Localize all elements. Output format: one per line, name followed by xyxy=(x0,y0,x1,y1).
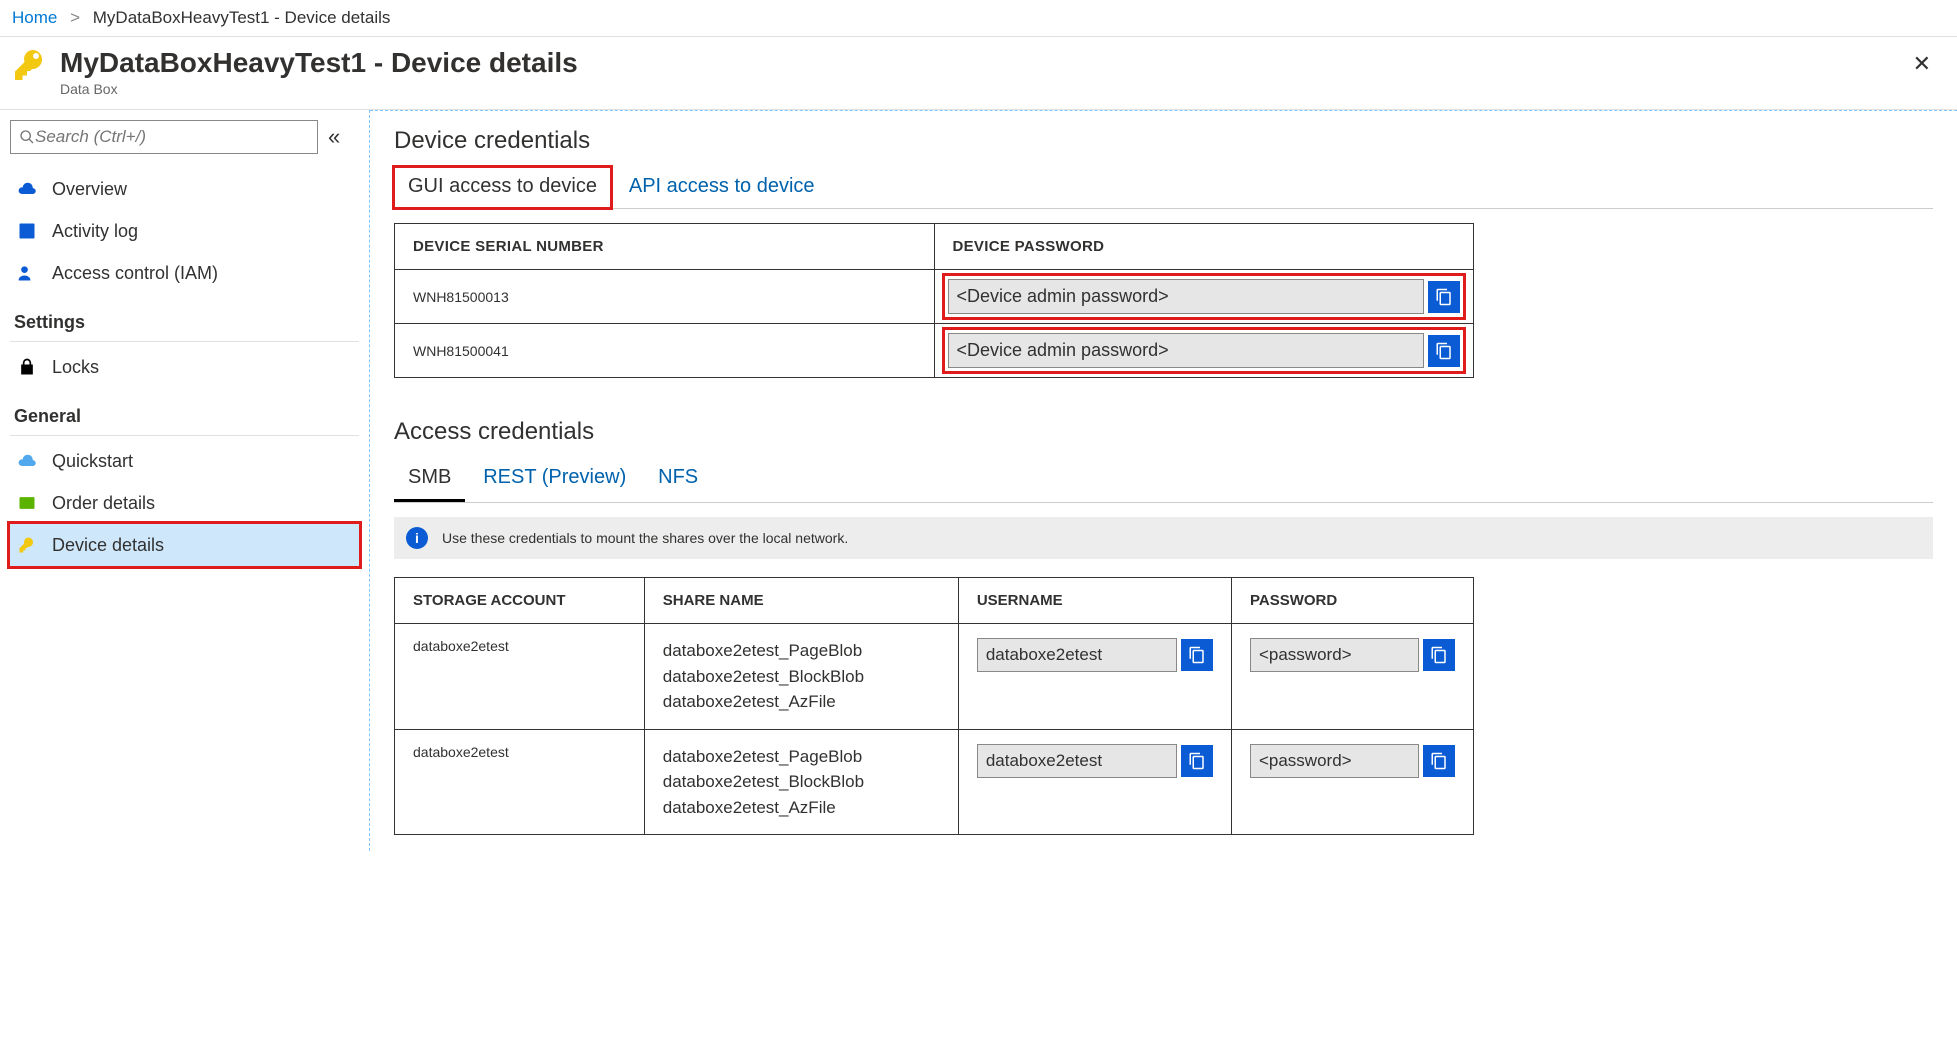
sidebar-item-label: Activity log xyxy=(52,221,138,242)
info-banner: i Use these credentials to mount the sha… xyxy=(394,517,1933,559)
share-values: databoxe2etest_PageBlob databoxe2etest_B… xyxy=(644,729,958,835)
sidebar: « Overview Activity log Access control (… xyxy=(0,110,370,851)
serial-value: WNH81500041 xyxy=(395,324,935,378)
col-user: USERNAME xyxy=(958,578,1231,624)
sidebar-item-label: Access control (IAM) xyxy=(52,263,218,284)
sidebar-item-label: Overview xyxy=(52,179,127,200)
search-input-wrap[interactable] xyxy=(10,120,318,154)
copy-icon xyxy=(1435,342,1453,360)
share-values: databoxe2etest_PageBlob databoxe2etest_B… xyxy=(644,624,958,730)
tab-gui-access[interactable]: GUI access to device xyxy=(394,167,611,208)
breadcrumb-current: MyDataBoxHeavyTest1 - Device details xyxy=(93,8,391,27)
tab-nfs[interactable]: NFS xyxy=(644,458,712,499)
col-pass: PASSWORD xyxy=(1231,578,1473,624)
order-icon xyxy=(16,492,38,514)
people-icon xyxy=(16,262,38,284)
copy-button[interactable] xyxy=(1181,745,1213,777)
col-share: SHARE NAME xyxy=(644,578,958,624)
table-row: databoxe2etest databoxe2etest_PageBlob d… xyxy=(395,624,1474,730)
sidebar-item-label: Locks xyxy=(52,357,99,378)
access-cred-tabs: SMB REST (Preview) NFS xyxy=(394,458,1933,503)
copy-icon xyxy=(1188,646,1206,664)
password-field[interactable]: <password> xyxy=(1250,744,1419,778)
cloud-icon xyxy=(16,178,38,200)
copy-button[interactable] xyxy=(1423,639,1455,671)
chevron-icon: > xyxy=(70,8,80,27)
tab-rest[interactable]: REST (Preview) xyxy=(469,458,640,499)
device-password-field[interactable]: <Device admin password> xyxy=(948,333,1425,368)
table-row: databoxe2etest databoxe2etest_PageBlob d… xyxy=(395,729,1474,835)
tab-smb[interactable]: SMB xyxy=(394,458,465,502)
col-password: DEVICE PASSWORD xyxy=(934,224,1474,270)
sidebar-item-activity[interactable]: Activity log xyxy=(10,210,359,252)
col-serial: DEVICE SERIAL NUMBER xyxy=(395,224,935,270)
search-icon xyxy=(19,129,35,145)
copy-icon xyxy=(1188,752,1206,770)
key-icon xyxy=(12,47,48,83)
log-icon xyxy=(16,220,38,242)
access-credentials-title: Access credentials xyxy=(394,418,1933,446)
info-icon: i xyxy=(406,527,428,549)
username-field[interactable]: databoxe2etest xyxy=(977,638,1177,672)
table-row: WNH81500013 <Device admin password> xyxy=(395,270,1474,324)
key-icon xyxy=(16,534,38,556)
copy-icon xyxy=(1430,752,1448,770)
sidebar-item-overview[interactable]: Overview xyxy=(10,168,359,210)
lock-icon xyxy=(16,356,38,378)
copy-button[interactable] xyxy=(1423,745,1455,777)
device-cred-tabs: GUI access to device API access to devic… xyxy=(394,167,1933,209)
quickstart-icon xyxy=(16,450,38,472)
info-text: Use these credentials to mount the share… xyxy=(442,530,848,546)
page-title: MyDataBoxHeavyTest1 - Device details xyxy=(60,47,578,79)
collapse-icon[interactable]: « xyxy=(328,124,340,150)
search-input[interactable] xyxy=(35,127,309,147)
username-field[interactable]: databoxe2etest xyxy=(977,744,1177,778)
breadcrumb: Home > MyDataBoxHeavyTest1 - Device deta… xyxy=(0,0,1957,37)
serial-value: WNH81500013 xyxy=(395,270,935,324)
device-credentials-title: Device credentials xyxy=(394,127,1933,155)
page-header: MyDataBoxHeavyTest1 - Device details Dat… xyxy=(0,37,1957,110)
sidebar-group-settings: Settings xyxy=(10,294,359,342)
copy-button[interactable] xyxy=(1181,639,1213,671)
password-field[interactable]: <password> xyxy=(1250,638,1419,672)
close-icon[interactable]: ✕ xyxy=(1905,47,1939,81)
page-subtitle: Data Box xyxy=(60,81,578,97)
device-credentials-table: DEVICE SERIAL NUMBER DEVICE PASSWORD WNH… xyxy=(394,223,1474,378)
breadcrumb-home[interactable]: Home xyxy=(12,8,57,27)
sidebar-item-iam[interactable]: Access control (IAM) xyxy=(10,252,359,294)
storage-value: databoxe2etest xyxy=(395,729,645,835)
sidebar-group-general: General xyxy=(10,388,359,436)
copy-icon xyxy=(1430,646,1448,664)
storage-value: databoxe2etest xyxy=(395,624,645,730)
copy-icon xyxy=(1435,288,1453,306)
sidebar-item-label: Order details xyxy=(52,493,155,514)
sidebar-item-locks[interactable]: Locks xyxy=(10,346,359,388)
copy-button[interactable] xyxy=(1428,281,1460,313)
sidebar-item-order[interactable]: Order details xyxy=(10,482,359,524)
tab-api-access[interactable]: API access to device xyxy=(615,167,829,208)
table-row: WNH81500041 <Device admin password> xyxy=(395,324,1474,378)
col-storage: STORAGE ACCOUNT xyxy=(395,578,645,624)
device-password-field[interactable]: <Device admin password> xyxy=(948,279,1425,314)
sidebar-item-device-details[interactable]: Device details xyxy=(10,524,359,566)
copy-button[interactable] xyxy=(1428,335,1460,367)
main-panel: Device credentials GUI access to device … xyxy=(370,110,1957,851)
sidebar-item-quickstart[interactable]: Quickstart xyxy=(10,440,359,482)
sidebar-item-label: Device details xyxy=(52,535,164,556)
access-credentials-table: STORAGE ACCOUNT SHARE NAME USERNAME PASS… xyxy=(394,577,1474,835)
sidebar-item-label: Quickstart xyxy=(52,451,133,472)
